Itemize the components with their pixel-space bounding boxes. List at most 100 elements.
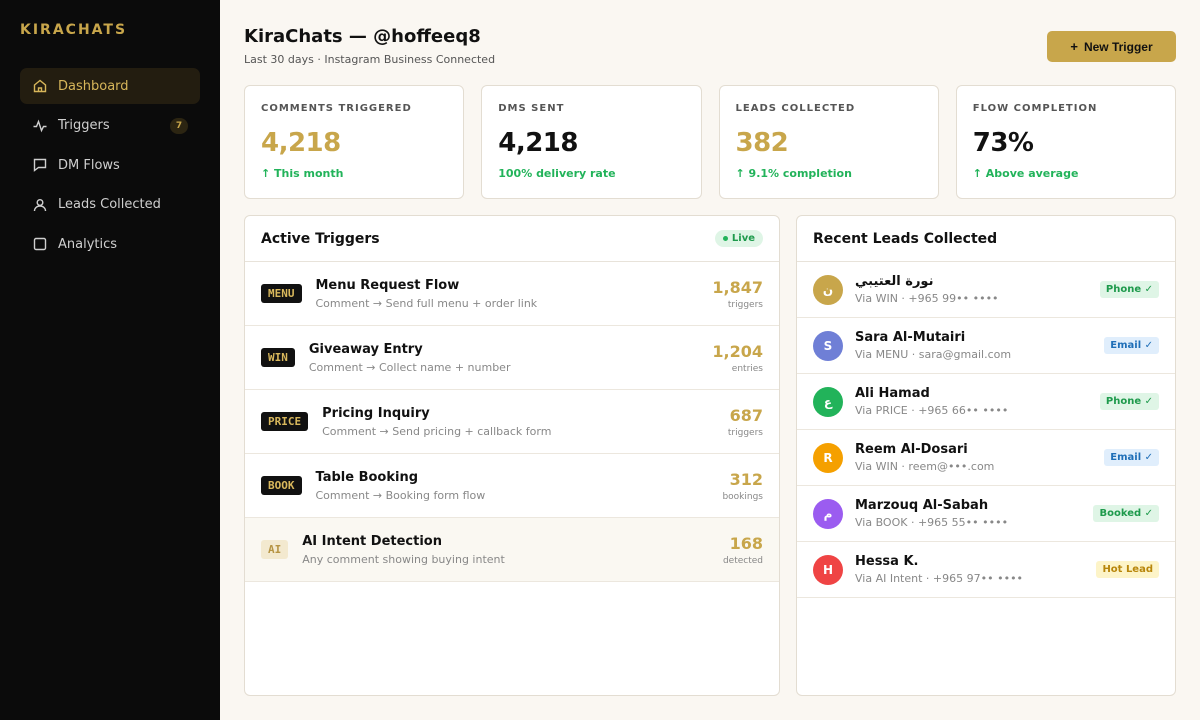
trigger-description: Comment → Send full menu + order link [315,296,538,310]
stat-value: 4,218 [498,128,578,158]
page-title: KiraChats — @hoffeeq8 [244,26,481,47]
avatar: ع [813,386,843,417]
sidebar-item-triggers[interactable]: Triggers 7 [20,108,200,144]
recent-leads-panel: Recent Leads Collected ن نورة العتيبي Via … [796,215,1176,696]
lead-meta: Via WIN · reem@•••.com [855,460,995,473]
stat-value: 4,218 [261,128,341,158]
trigger-unit: bookings [722,491,763,502]
trigger-row-menu[interactable]: MENU Menu Request Flow Comment → Send fu… [245,262,779,326]
stat-value: 73% [972,128,1034,158]
sidebar-item-label: Dashboard [58,78,129,94]
avatar: S [813,330,843,361]
lead-meta: Via BOOK · +965 55•• •••• [855,516,1009,529]
sidebar: KIRACHATS Dashboard Triggers 7 DM Flows … [0,0,220,720]
panel-header: Recent Leads Collected [797,216,1175,262]
lead-row[interactable]: ع Ali Hamad Via PRICE · +965 66•• •••• Phon… [797,374,1175,430]
sidebar-item-dm-flows[interactable]: DM Flows [20,147,200,183]
trigger-description: Any comment showing buying intent [302,552,505,566]
plus-icon: + [1070,39,1078,54]
sidebar-item-dashboard[interactable]: Dashboard [20,68,200,104]
stat-label: FLOW COMPLETION [972,103,1098,114]
trigger-count: 1,204 [712,341,763,361]
trigger-keyword: MENU [261,284,302,303]
trigger-row-book[interactable]: BOOK Table Booking Comment → Booking for… [245,454,779,518]
stat-note: 100% delivery rate [498,167,616,180]
lead-status-badge: Email ✓ [1104,337,1159,354]
trigger-row-ai[interactable]: AI AI Intent Detection Any comment showi… [245,518,779,582]
lead-status-badge: Hot Lead [1096,561,1159,578]
avatar: R [813,442,843,473]
new-trigger-button[interactable]: + New Trigger [1047,31,1176,62]
trigger-unit: detected [722,555,763,566]
chat-icon [32,157,48,173]
lead-status-badge: Booked ✓ [1093,505,1159,522]
trigger-count: 312 [729,469,763,489]
lead-name: Ali Hamad [855,386,930,401]
lead-meta: Via PRICE · +965 66•• •••• [855,404,1009,417]
lead-status-badge: Phone ✓ [1099,281,1159,298]
lead-row[interactable]: م Marzouq Al-Sabah Via BOOK · +965 55•• ••… [797,486,1175,542]
trigger-keyword: BOOK [261,476,302,495]
trigger-name: Table Booking [315,469,419,485]
trigger-unit: triggers [727,299,763,310]
trigger-keyword: PRICE [261,412,309,431]
new-trigger-label: New Trigger [1083,39,1153,54]
lead-list: ن نورة العتيبي Via WIN · +965 99•• •••• Pho… [797,262,1175,598]
lead-name: Sara Al-Mutairi [855,330,966,345]
page-header: KiraChats — @hoffeeq8 Last 30 days · Ins… [244,0,1176,85]
lead-name: نورة العتيبي [855,274,934,289]
sidebar-item-label: Analytics [58,236,118,252]
trigger-name: Menu Request Flow [315,277,460,293]
user-icon [32,197,48,213]
sidebar-item-analytics[interactable]: Analytics [20,226,200,262]
home-icon [32,78,48,94]
stat-label: LEADS COLLECTED [735,103,856,114]
panel-title: Active Triggers [261,230,380,247]
trigger-name: AI Intent Detection [302,533,442,549]
stat-card-dms-sent: DMS SENT 4,218 100% delivery rate [481,85,702,199]
stat-value: 382 [735,128,789,158]
trigger-description: Comment → Send pricing + callback form [322,424,552,438]
trigger-description: Comment → Booking form flow [315,488,486,502]
trigger-row-price[interactable]: PRICE Pricing Inquiry Comment → Send pri… [245,390,779,454]
trigger-description: Comment → Collect name + number [308,360,511,374]
lead-name: Marzouq Al-Sabah [855,498,989,513]
sidebar-item-label: Leads Collected [58,197,161,212]
stats-row: COMMENTS TRIGGERED 4,218 ↑ This month DM… [244,85,1176,199]
lead-meta: Via AI Intent · +965 97•• •••• [855,572,1024,585]
lead-status-badge: Phone ✓ [1099,393,1159,410]
trigger-name: Giveaway Entry [308,341,423,357]
trigger-keyword: WIN [261,348,295,367]
triggers-count-badge: 7 [170,117,188,134]
live-dot-icon [722,236,728,241]
trigger-count: 1,847 [712,277,763,297]
lead-name: Reem Al-Dosari [855,442,968,457]
lead-meta: Via WIN · +965 99•• •••• [855,292,999,305]
trigger-unit: entries [731,363,763,374]
avatar: م [813,498,843,529]
trigger-count: 687 [729,405,763,425]
square-icon [32,236,48,252]
lead-row[interactable]: ن نورة العتيبي Via WIN · +965 99•• •••• Pho… [797,262,1175,318]
trigger-name: Pricing Inquiry [322,405,430,421]
lead-name: Hessa K. [855,554,919,569]
stat-card-flow-completion: FLOW COMPLETION 73% ↑ Above average [955,85,1176,199]
lead-status-badge: Email ✓ [1104,449,1159,466]
lead-row[interactable]: R Reem Al-Dosari Via WIN · reem@•••.com Ema… [797,430,1175,486]
stat-note: ↑ Above average [972,167,1079,180]
trigger-row-win[interactable]: WIN Giveaway Entry Comment → Collect nam… [245,326,779,390]
active-triggers-panel: Active Triggers Live MENU Menu Request F… [244,215,780,696]
lead-row[interactable]: H Hessa K. Via AI Intent · +965 97•• •••• H… [797,542,1175,598]
sidebar-item-label: DM Flows [58,157,120,173]
brand-logo: KIRACHATS [20,22,128,38]
stat-card-comments-triggered: COMMENTS TRIGGERED 4,218 ↑ This month [244,85,465,199]
sidebar-item-leads-collected[interactable]: Leads Collected [20,187,200,223]
lead-row[interactable]: S Sara Al-Mutairi Via MENU · sara@gmail.co… [797,318,1175,374]
trigger-count: 168 [729,533,763,553]
stat-note: ↑ This month [261,167,344,180]
live-label: Live [731,233,755,244]
avatar: H [813,554,843,585]
page-subtitle: Last 30 days · Instagram Business Connec… [244,53,496,66]
avatar: ن [813,274,843,305]
sidebar-item-label: Triggers [58,118,110,133]
